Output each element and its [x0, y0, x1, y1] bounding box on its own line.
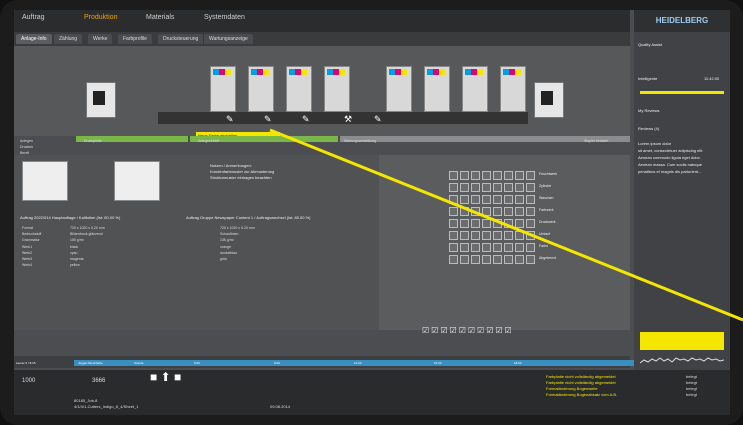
toolbar-icons[interactable]: ☑☑☑☑☑☑☑☑☑☑ [422, 326, 514, 335]
print-unit[interactable] [386, 66, 412, 112]
top-navigation: Auftrag Produktion Materials Systemdaten [14, 10, 630, 32]
right-sidebar: HEIDELBERG Quality Assist Intelligente 1… [634, 10, 730, 370]
press-console-screen: Auftrag Produktion Materials Systemdaten… [14, 10, 730, 415]
job-panel: Nutzen / Anmerkungen: Kundenfarbmuster z… [14, 155, 379, 330]
tab-systemdaten[interactable]: Systemdaten [204, 14, 245, 21]
subtab-werke[interactable]: Werke [88, 34, 113, 44]
subtab-wartung[interactable]: Wartungsanzeige [204, 34, 253, 44]
job-title-left: Auftrag 2022/014 Hauptauflage / Kaltfoli… [20, 215, 121, 220]
sub-tabs: Anlage-Info Zählung Werke Farbprofile Dr… [14, 32, 630, 46]
grid-label: Abgetrennt [539, 256, 557, 260]
grid-row[interactable] [449, 219, 535, 228]
search-button[interactable] [640, 332, 724, 350]
tab-auftrag[interactable]: Auftrag [22, 14, 45, 21]
production-timeline[interactable]: Leerer 0 / 8.15 Jogger-Mischfarbe Stunde… [14, 356, 634, 368]
press-diagram: ✎ ✎ ✎ ⚒ ✎ [14, 46, 630, 136]
grid-label: Waschen [539, 196, 554, 200]
job-name: 4/1/4/1-Cutters_Indigo_8_4/Sheet_1 [74, 404, 139, 409]
timeline-label: 15:00 [434, 361, 442, 365]
wrench-icon[interactable]: ✎ [302, 114, 310, 125]
delivery-unit[interactable] [534, 82, 564, 118]
grid-row[interactable] [449, 255, 535, 264]
progress-bar [640, 91, 724, 94]
status-label: Stapler belastet [584, 139, 609, 143]
press-base [158, 112, 528, 124]
grid-label: Druckwerk [539, 220, 556, 224]
grid-label: Farbwerk [539, 208, 554, 212]
print-unit[interactable] [324, 66, 350, 112]
print-unit[interactable] [424, 66, 450, 112]
counter: 1000 [22, 378, 36, 384]
sidebar-item-quality[interactable]: Quality Assist [638, 42, 726, 47]
brand-logo: HEIDELBERG [634, 10, 730, 32]
grid-label: Zylinder [539, 184, 552, 188]
timeline-label: 12:00 [354, 361, 362, 365]
print-unit[interactable] [286, 66, 312, 112]
sidebar-item-my-reviews[interactable]: My Reviews [638, 108, 726, 113]
message-list[interactable]: Farbplatte nicht vollständig abgemeldet F… [546, 374, 617, 398]
grid-row[interactable] [449, 195, 535, 204]
sidebar-time: 11:42:00 [704, 76, 720, 81]
timeline-label: 18:00 [514, 361, 522, 365]
status-label: Druckplatte [84, 139, 102, 143]
grid-row[interactable] [449, 207, 535, 216]
status-label: Anlegeeinheit [198, 139, 220, 143]
timeline-label: 9:00 [274, 361, 280, 365]
print-unit[interactable] [500, 66, 526, 112]
transport-controls[interactable]: ■ ⬆ ■ [150, 371, 181, 383]
timeline-label: Jogger-Mischfarbe [78, 361, 103, 365]
timeline-label: Stunde [134, 361, 144, 365]
timeline-label: 6:00 [194, 361, 200, 365]
counter2: 3666 [92, 378, 106, 384]
detail-labels: Format Bedruckstoff Grammatur Werk1 Werk2 Wer… [22, 226, 42, 268]
wrench-icon[interactable]: ✎ [226, 114, 234, 125]
sidebar-item-reviews[interactable]: Reviews (4) [638, 126, 726, 131]
wrench-icon[interactable]: ⚒ [344, 114, 352, 125]
tab-produktion[interactable]: Produktion [84, 14, 117, 21]
message-status: belegt belegt belegt belegt [686, 374, 697, 397]
review-text: Lorem ipsum dolor sit amet, consectetuer … [638, 141, 704, 174]
waveform-graph [640, 357, 724, 364]
grid-row[interactable] [449, 231, 535, 240]
wrench-icon[interactable]: ✎ [264, 114, 272, 125]
job-thumbnail[interactable] [114, 161, 160, 201]
grid-row[interactable] [449, 171, 535, 180]
tab-materials[interactable]: Materials [146, 14, 174, 21]
subtab-farbprofile[interactable]: Farbprofile [118, 34, 152, 44]
feeder-unit[interactable] [86, 82, 116, 118]
timeline-label: Leerer 0 / 8.15 [16, 361, 36, 365]
status-label: Wartungsanmeldung [344, 139, 377, 143]
print-unit[interactable] [248, 66, 274, 112]
grid-label: Farbe [539, 244, 549, 248]
grid-row[interactable] [449, 183, 535, 192]
wrench-icon[interactable]: ✎ [374, 114, 382, 125]
bottom-status-bar: 1000 3666 ■ ⬆ ■ 80185_Job-8 4/1/4/1-Cutt… [14, 370, 730, 415]
subtab-zaehlung[interactable]: Zählung [54, 34, 83, 44]
detail-values-right: 720 x 1020 x 0.20 mm Schaufloten 135 g/m² o… [220, 226, 255, 262]
job-title-right: Auftrag Gruppe Newspaper Content 1 / Auf… [186, 215, 311, 220]
detail-values: 720 x 1020 x 0.20 mm Bilderdruck glänzend… [70, 226, 105, 268]
job-notes: Nutzen / Anmerkungen: Kundenfarbmuster z… [210, 163, 275, 180]
subtab-anlage[interactable]: Anlage-Info [16, 34, 52, 44]
print-unit[interactable] [210, 66, 236, 112]
grid-row[interactable] [449, 243, 535, 252]
subtab-drucksteuerung[interactable]: Drucksteuerung [158, 34, 204, 44]
job-thumbnail[interactable] [22, 161, 68, 201]
grid-label: Feuchtwerk [539, 172, 558, 176]
unit-status-grid: Feuchtwerk Zylinder Waschen Farbwerk Dru… [379, 155, 630, 330]
job-date: 09.08.2014 [270, 404, 291, 409]
grid-label: Umlauf [539, 232, 551, 236]
print-unit[interactable] [462, 66, 488, 112]
